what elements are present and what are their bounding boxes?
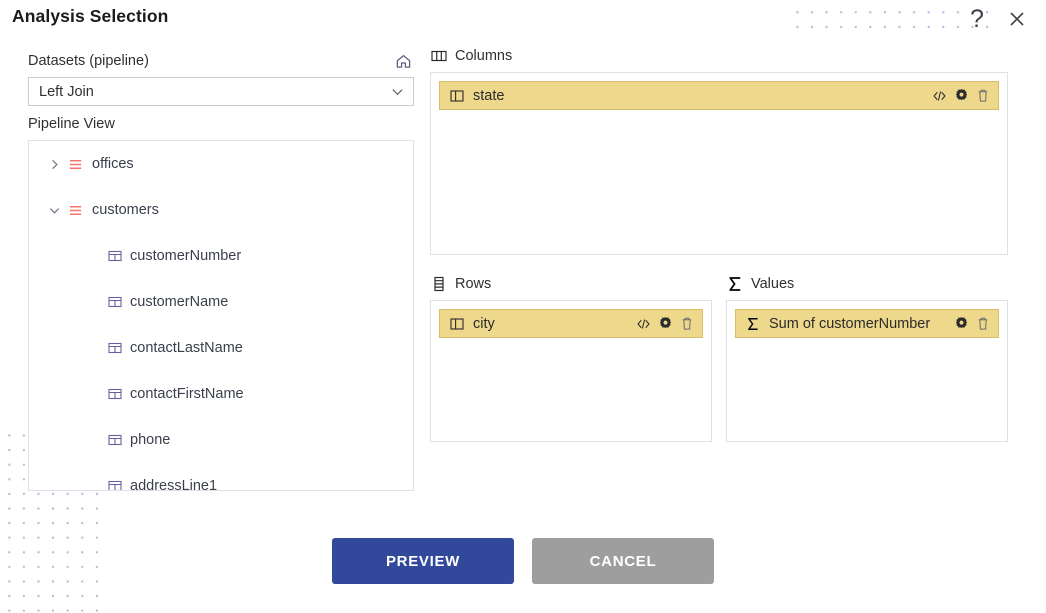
tree-node-label: offices bbox=[92, 156, 134, 172]
pipeline-tree[interactable]: offices customers customerNumber custome… bbox=[28, 140, 414, 491]
values-panel-header: Values bbox=[726, 274, 1008, 294]
chip-label: state bbox=[473, 87, 505, 104]
tree-node-field[interactable]: customerName bbox=[29, 279, 413, 325]
chevron-down-icon[interactable] bbox=[43, 204, 65, 217]
cancel-button[interactable]: CANCEL bbox=[532, 538, 714, 584]
home-icon[interactable] bbox=[392, 50, 414, 72]
trash-icon[interactable] bbox=[680, 316, 694, 331]
tree-node-offices[interactable]: offices bbox=[29, 141, 413, 187]
chip-actions bbox=[932, 88, 990, 103]
analysis-selection-dialog: Analysis Selection ? Datasets (pipeline)… bbox=[0, 0, 1046, 613]
chevron-down-icon bbox=[389, 84, 405, 100]
code-icon[interactable] bbox=[636, 317, 651, 331]
rows-dropzone[interactable]: city bbox=[430, 300, 712, 442]
dataset-lines-icon bbox=[65, 203, 85, 218]
rows-panel: Rows city bbox=[430, 274, 712, 442]
dialog-title: Analysis Selection bbox=[12, 6, 169, 26]
code-icon[interactable] bbox=[932, 89, 947, 103]
chevron-right-icon[interactable] bbox=[43, 158, 65, 171]
rows-panel-header: Rows bbox=[430, 274, 712, 294]
pipeline-select[interactable]: Left Join bbox=[28, 77, 414, 106]
columns-panel-title: Columns bbox=[455, 48, 513, 64]
chip-actions bbox=[636, 316, 694, 331]
columns-icon bbox=[430, 48, 448, 64]
table-column-icon bbox=[107, 295, 123, 309]
help-icon[interactable]: ? bbox=[962, 4, 992, 34]
gear-icon[interactable] bbox=[954, 316, 969, 331]
datasets-label: Datasets (pipeline) bbox=[28, 53, 149, 69]
chip-actions bbox=[954, 316, 990, 331]
close-icon[interactable] bbox=[1002, 4, 1032, 34]
tree-node-field[interactable]: phone bbox=[29, 417, 413, 463]
table-column-icon bbox=[107, 479, 123, 490]
datasets-header-row: Datasets (pipeline) bbox=[28, 50, 414, 72]
chip-label: city bbox=[473, 315, 495, 332]
dialog-footer: PREVIEW CANCEL bbox=[0, 538, 1046, 584]
tree-node-label: contactLastName bbox=[130, 340, 243, 356]
pipeline-view-label: Pipeline View bbox=[28, 116, 115, 132]
values-panel-title: Values bbox=[751, 276, 795, 292]
pipeline-select-value: Left Join bbox=[39, 83, 94, 100]
tree-node-label: phone bbox=[130, 432, 171, 448]
table-column-icon bbox=[107, 433, 123, 447]
tree-node-field[interactable]: customerNumber bbox=[29, 233, 413, 279]
tree-node-label: customers bbox=[92, 202, 159, 218]
columns-dropzone[interactable]: state bbox=[430, 72, 1008, 255]
tree-node-label: customerNumber bbox=[130, 248, 242, 264]
table-column-icon bbox=[107, 249, 123, 263]
trash-icon[interactable] bbox=[976, 88, 990, 103]
tree-node-label: addressLine1 bbox=[130, 478, 218, 491]
gear-icon[interactable] bbox=[658, 316, 673, 331]
gear-icon[interactable] bbox=[954, 88, 969, 103]
tree-node-field[interactable]: addressLine1 bbox=[29, 463, 413, 491]
chip-label: Sum of customerNumber bbox=[769, 315, 931, 332]
table-column-icon bbox=[107, 387, 123, 401]
tree-node-label: contactFirstName bbox=[130, 386, 244, 402]
values-panel: Values Sum of customerNumber bbox=[726, 274, 1008, 442]
column-icon bbox=[449, 89, 465, 103]
preview-button[interactable]: PREVIEW bbox=[332, 538, 514, 584]
datasets-panel: Datasets (pipeline) Left Join Pipeline V… bbox=[28, 50, 414, 491]
rows-icon bbox=[430, 276, 448, 292]
rows-panel-title: Rows bbox=[455, 276, 492, 292]
values-chip-sum-customernumber[interactable]: Sum of customerNumber bbox=[735, 309, 999, 338]
sigma-icon bbox=[745, 317, 761, 331]
tree-node-field[interactable]: contactLastName bbox=[29, 325, 413, 371]
sigma-icon bbox=[726, 276, 744, 292]
dataset-lines-icon bbox=[65, 157, 85, 172]
tree-node-field[interactable]: contactFirstName bbox=[29, 371, 413, 417]
tree-node-customers[interactable]: customers bbox=[29, 187, 413, 233]
columns-panel: Columns state bbox=[430, 46, 1008, 255]
tree-node-label: customerName bbox=[130, 294, 229, 310]
columns-panel-header: Columns bbox=[430, 46, 1008, 66]
values-dropzone[interactable]: Sum of customerNumber bbox=[726, 300, 1008, 442]
trash-icon[interactable] bbox=[976, 316, 990, 331]
columns-chip-state[interactable]: state bbox=[439, 81, 999, 110]
table-column-icon bbox=[107, 341, 123, 355]
rows-chip-city[interactable]: city bbox=[439, 309, 703, 338]
column-icon bbox=[449, 317, 465, 331]
